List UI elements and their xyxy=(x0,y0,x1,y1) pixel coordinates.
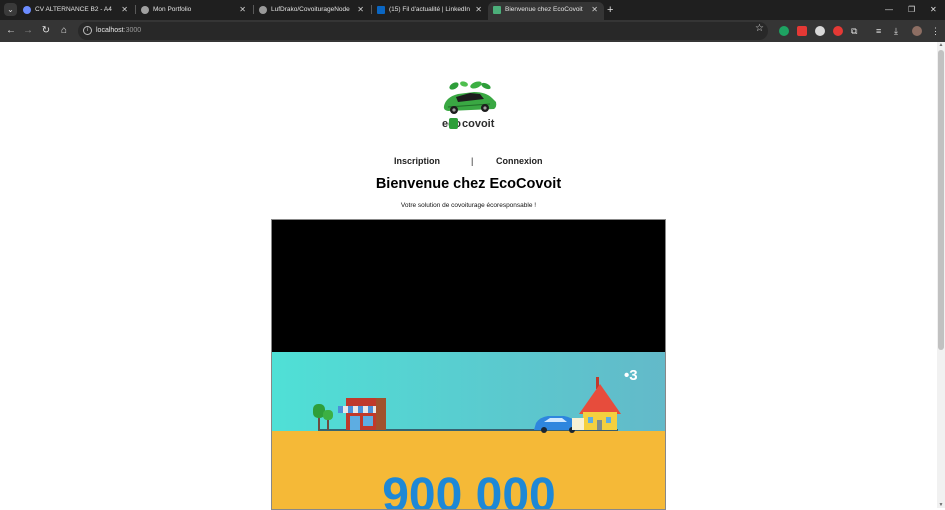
promo-video[interactable]: •3 900 000 xyxy=(271,219,666,510)
back-arrow-icon[interactable]: ← xyxy=(4,24,18,38)
extensions-puzzle-icon[interactable]: ⧉ xyxy=(851,25,857,37)
tab-linkedin[interactable]: (15) Fil d'actualité | LinkedIn ✕ xyxy=(372,2,488,20)
video-black-area xyxy=(272,220,665,352)
page-tagline: Votre solution de covoiturage écorespons… xyxy=(400,202,537,209)
big-stat-number: 900 000 xyxy=(382,469,556,510)
home-icon[interactable]: ⌂ xyxy=(57,24,71,38)
scroll-up-arrow-icon[interactable]: ▲ xyxy=(938,42,944,48)
tab-close-icon[interactable]: ✕ xyxy=(591,2,598,18)
page-scrollbar[interactable]: ▲ ▼ xyxy=(937,42,945,508)
tab-favicon-icon xyxy=(23,6,31,14)
download-icon[interactable]: ⤓ xyxy=(894,25,898,37)
tab-close-icon[interactable]: ✕ xyxy=(357,2,364,18)
nav-separator: | xyxy=(471,156,474,166)
profile-avatar[interactable] xyxy=(912,26,922,36)
tab-ecocovoit[interactable]: Bienvenue chez EcoCovoit ✕ xyxy=(488,2,604,20)
scroll-down-arrow-icon[interactable]: ▼ xyxy=(938,502,944,508)
browser-toolbar: ← → ↻ ⌂ i localhost:3000 ☆ ⧉ ≡ ⤓ ⋮ xyxy=(0,20,945,42)
site-info-icon[interactable]: i xyxy=(83,26,92,35)
media-controls-icon[interactable]: ≡ xyxy=(876,25,881,37)
signup-link[interactable]: Inscription xyxy=(394,156,440,166)
address-bar[interactable]: i localhost:3000 ☆ xyxy=(78,22,768,40)
scrollbar-thumb[interactable] xyxy=(938,50,944,350)
logo-text-covoit: covoit xyxy=(462,118,495,130)
reload-icon[interactable]: ↻ xyxy=(39,24,53,38)
restore-icon[interactable]: ❐ xyxy=(908,2,915,18)
tab-close-icon[interactable]: ✕ xyxy=(475,2,482,18)
forward-arrow-icon[interactable]: → xyxy=(21,24,35,38)
ecocovoit-logo: eco covoit xyxy=(442,81,497,130)
ecocovoit-favicon-icon xyxy=(493,6,501,14)
page-content: eco covoit Inscription | Connexion Bienv… xyxy=(0,42,937,510)
tab-cv-alternance[interactable]: CV ALTERNANCE B2 - A4 ✕ xyxy=(18,2,134,20)
new-tab-button[interactable]: + xyxy=(607,2,613,18)
linkedin-icon xyxy=(377,6,385,14)
tab-close-icon[interactable]: ✕ xyxy=(239,2,246,18)
extension-flag-icon[interactable] xyxy=(797,26,807,36)
tab-mon-portfolio[interactable]: Mon Portfolio ✕ xyxy=(136,2,252,20)
github-icon xyxy=(259,6,267,14)
minimize-icon[interactable]: — xyxy=(885,2,893,18)
tab-search-button[interactable]: ⌄ xyxy=(4,3,17,16)
tab-close-icon[interactable]: ✕ xyxy=(121,2,128,18)
page-title: Bienvenue chez EcoCovoit xyxy=(375,176,562,192)
tab-strip: ⌄ CV ALTERNANCE B2 - A4 ✕ Mon Portfolio … xyxy=(0,0,945,20)
tab-github-repo[interactable]: LufDrako/CovoiturageNode ✕ xyxy=(254,2,370,20)
video-counter: •3 xyxy=(624,367,638,384)
main-nav: Inscription | Connexion xyxy=(0,156,937,170)
bookmark-star-icon[interactable]: ☆ xyxy=(755,23,764,34)
browser-menu-icon[interactable]: ⋮ xyxy=(931,25,940,37)
url-text: localhost:3000 xyxy=(96,27,142,34)
extension-shield-icon[interactable] xyxy=(779,26,789,36)
extension-gear-icon[interactable] xyxy=(815,26,825,36)
adblock-icon[interactable] xyxy=(833,26,843,36)
globe-icon xyxy=(141,6,149,14)
close-window-icon[interactable]: ✕ xyxy=(930,2,937,18)
login-link[interactable]: Connexion xyxy=(496,156,543,166)
